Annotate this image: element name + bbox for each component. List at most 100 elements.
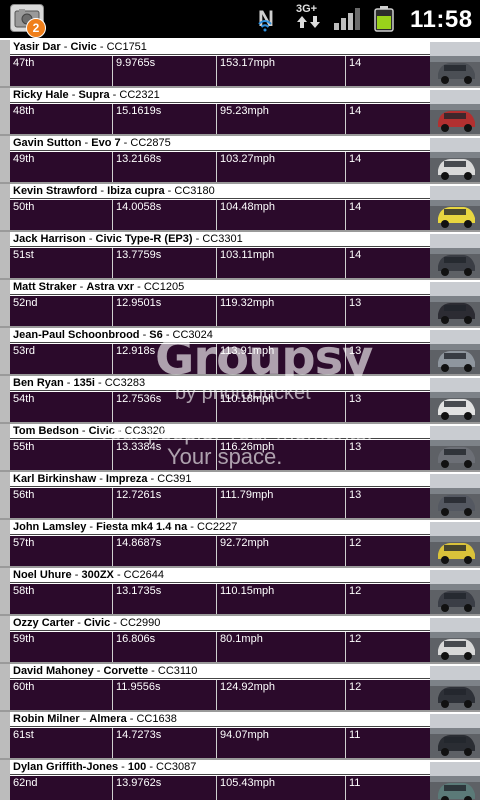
list-item[interactable]: Matt Straker - Astra vxr - CC1205 52nd 12.… <box>0 280 480 328</box>
entry-title: Kevin Strawford - Ibiza cupra - CC3180 <box>10 184 430 199</box>
car-code: CC2875 <box>130 137 171 149</box>
driver-name: Ricky Hale <box>13 89 69 101</box>
position-cell: 58th <box>10 584 113 614</box>
row-left-margin <box>0 520 10 568</box>
row-left-margin <box>0 376 10 424</box>
car-photo-thumbnail[interactable] <box>430 762 480 800</box>
car-photo-thumbnail[interactable] <box>430 378 480 422</box>
position-cell: 52nd <box>10 296 113 326</box>
list-item[interactable]: Gavin Sutton - Evo 7 - CC2875 49th 13.2168… <box>0 136 480 184</box>
list-item[interactable]: Ben Ryan - 135i - CC3283 54th 12.7536s 110.… <box>0 376 480 424</box>
list-item[interactable]: Karl Birkinshaw - Impreza - CC391 56th 12.… <box>0 472 480 520</box>
car-model: Evo 7 <box>91 137 121 149</box>
speed-cell: 95.23mph <box>217 104 346 134</box>
laps-cell: 13 <box>349 393 362 405</box>
results-list[interactable]: Yasir Dar - Civic - CC1751 47th 9.9765s 153… <box>0 38 480 800</box>
entry-title: Noel Uhure - 300ZX - CC2644 <box>10 568 430 583</box>
laps-cell: 13 <box>349 441 362 453</box>
car-photo-thumbnail[interactable] <box>430 330 480 374</box>
time-cell: 16.806s <box>113 632 217 662</box>
row-left-margin <box>0 232 10 280</box>
driver-name: John Lamsley <box>13 521 87 533</box>
data-arrows-icon <box>297 16 320 28</box>
laps-cell: 11 <box>349 777 361 789</box>
table-row: 48th 15.1619s 95.23mph 14 <box>10 104 430 134</box>
car-photo-thumbnail[interactable] <box>430 426 480 470</box>
time-cell: 15.1619s <box>113 104 217 134</box>
laps-cell: 13 <box>349 489 362 501</box>
car-photo-thumbnail[interactable] <box>430 714 480 758</box>
driver-name: Gavin Sutton <box>13 137 82 149</box>
speed-cell: 103.27mph <box>217 152 346 182</box>
laps-cell: 14 <box>349 57 362 69</box>
list-item[interactable]: John Lamsley - Fiesta mk4 1.4 na - CC222… <box>0 520 480 568</box>
car-photo-thumbnail[interactable] <box>430 234 480 278</box>
list-item[interactable]: Yasir Dar - Civic - CC1751 47th 9.9765s 153… <box>0 40 480 88</box>
title-separator: - <box>187 521 198 533</box>
position-cell: 62nd <box>10 776 113 800</box>
time-cell: 14.7273s <box>113 728 217 758</box>
car-photo-thumbnail[interactable] <box>430 618 480 662</box>
car-model: 300ZX <box>81 569 114 581</box>
car-photo-thumbnail[interactable] <box>430 186 480 230</box>
title-separator: - <box>146 761 157 773</box>
car-photo-thumbnail[interactable] <box>430 138 480 182</box>
list-item[interactable]: Robin Milner - Almera - CC1638 61st 14.727… <box>0 712 480 760</box>
table-row: 58th 13.1735s 110.15mph 12 <box>10 584 430 614</box>
row-left-margin <box>0 328 10 376</box>
position-cell: 51st <box>10 248 113 278</box>
car-photo-thumbnail[interactable] <box>430 522 480 566</box>
car-photo-thumbnail[interactable] <box>430 474 480 518</box>
entry-title: Tom Bedson - Civic - CC3320 <box>10 424 430 439</box>
position-cell: 56th <box>10 488 113 518</box>
laps-cell: 14 <box>349 201 362 213</box>
title-separator: - <box>78 425 89 437</box>
table-row: 49th 13.2168s 103.27mph 14 <box>10 152 430 182</box>
speed-cell: 80.1mph <box>217 632 346 662</box>
time-cell: 12.7536s <box>113 392 217 422</box>
title-separator: - <box>71 569 82 581</box>
title-separator: - <box>139 329 150 341</box>
list-item[interactable]: Dylan Griffith-Jones - 100 - CC3087 62nd 1… <box>0 760 480 800</box>
car-code: CC3110 <box>157 665 198 677</box>
position-cell: 54th <box>10 392 113 422</box>
car-photo-thumbnail[interactable] <box>430 42 480 86</box>
car-photo-thumbnail[interactable] <box>430 282 480 326</box>
title-separator: - <box>68 89 79 101</box>
car-code: CC3301 <box>202 233 243 245</box>
list-item[interactable]: Ricky Hale - Supra - CC2321 48th 15.1619s 9… <box>0 88 480 136</box>
wifi-icon <box>258 20 272 32</box>
car-photo-thumbnail[interactable] <box>430 666 480 710</box>
speed-cell: 92.72mph <box>217 536 346 566</box>
position-cell: 48th <box>10 104 113 134</box>
car-code: CC3024 <box>172 329 213 341</box>
position-cell: 57th <box>10 536 113 566</box>
car-model: Civic Type-R (EP3) <box>95 233 193 245</box>
title-separator: - <box>164 185 175 197</box>
row-left-margin <box>0 280 10 328</box>
list-item[interactable]: Jean-Paul Schoonbrood - S6 - CC3024 53rd 1… <box>0 328 480 376</box>
signal-strength-icon <box>334 8 360 30</box>
entry-title: Matt Straker - Astra vxr - CC1205 <box>10 280 430 295</box>
laps-cell: 14 <box>349 153 362 165</box>
speed-cell: 105.43mph <box>217 776 346 800</box>
list-item[interactable]: Jack Harrison - Civic Type-R (EP3) - CC3… <box>0 232 480 280</box>
table-row: 62nd 13.9762s 105.43mph 11 <box>10 776 430 800</box>
notification-count-badge: 2 <box>26 18 46 38</box>
list-item[interactable]: Noel Uhure - 300ZX - CC2644 58th 13.1735s 1… <box>0 568 480 616</box>
list-item[interactable]: David Mahoney - Corvette - CC3110 60th 11.… <box>0 664 480 712</box>
car-photo-thumbnail[interactable] <box>430 570 480 614</box>
network-type-text: 3G+ <box>296 3 318 15</box>
driver-name: Kevin Strawford <box>13 185 98 197</box>
car-model: 135i <box>73 377 95 389</box>
time-cell: 14.0058s <box>113 200 217 230</box>
list-item[interactable]: Ozzy Carter - Civic - CC2990 59th 16.806s 8… <box>0 616 480 664</box>
laps-cell: 13 <box>349 345 362 357</box>
car-code: CC2644 <box>123 569 165 581</box>
list-item[interactable]: Tom Bedson - Civic - CC3320 55th 13.3384s 1… <box>0 424 480 472</box>
title-separator: - <box>74 617 84 629</box>
car-photo-thumbnail[interactable] <box>430 90 480 134</box>
list-item[interactable]: Kevin Strawford - Ibiza cupra - CC3180 50… <box>0 184 480 232</box>
title-separator: - <box>97 185 108 197</box>
table-row: 53rd 12.918s 113.91mph 13 <box>10 344 430 374</box>
